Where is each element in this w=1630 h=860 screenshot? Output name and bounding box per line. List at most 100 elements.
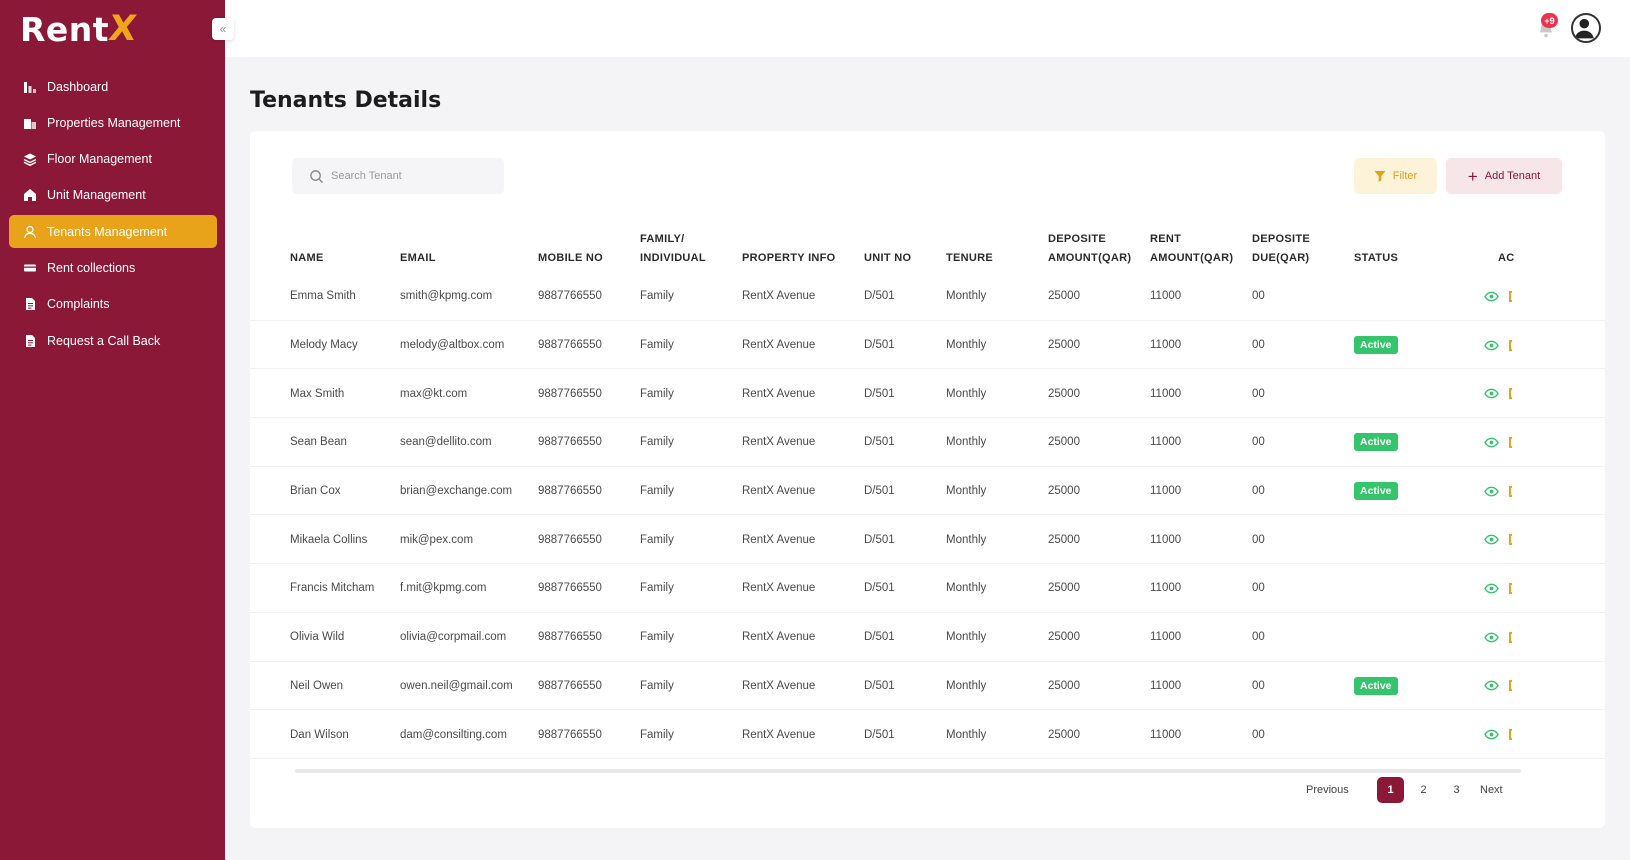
table-row[interactable]: Francis Mitcham f.mit@kpmg.com 9887766550 F… xyxy=(250,564,1605,613)
edit-icon[interactable] xyxy=(1509,631,1512,643)
search-box[interactable] xyxy=(292,158,504,194)
table-row[interactable]: Dan Wilson dam@consilting.com 9887766550 Fa… xyxy=(250,710,1605,759)
plus-icon: + xyxy=(1467,166,1478,186)
edit-icon[interactable] xyxy=(1509,436,1512,448)
deposit-amount: 25000 xyxy=(1048,679,1080,692)
eye-icon[interactable] xyxy=(1484,386,1499,401)
sidebar-item-label: Properties Management xyxy=(47,115,181,130)
search-input[interactable] xyxy=(331,170,491,182)
tenant-email: brian@exchange.com xyxy=(400,485,513,498)
column-header-line: RENT xyxy=(1150,233,1182,245)
tenant-mobile: 9887766550 xyxy=(538,290,602,303)
tenant-email: smith@kpmg.com xyxy=(400,290,493,303)
sidebar-item-complaints[interactable]: Complaints xyxy=(9,288,217,321)
eye-icon[interactable] xyxy=(1484,484,1499,499)
next-page-button[interactable]: Next xyxy=(1480,777,1503,803)
sidebar-item-tenants-management[interactable]: Tenants Management xyxy=(9,215,217,249)
eye-icon[interactable] xyxy=(1484,678,1499,693)
eye-icon[interactable] xyxy=(1484,581,1499,596)
deposit-amount: 25000 xyxy=(1048,485,1080,498)
sidebar-item-request-a-call-back[interactable]: Request a Call Back xyxy=(9,324,217,357)
horizontal-scrollbar[interactable] xyxy=(295,769,1521,773)
edit-icon[interactable] xyxy=(1509,290,1512,302)
table-row[interactable]: Max Smith max@kt.com 9887766550 Family RentX… xyxy=(250,369,1605,419)
tenant-name: Francis Mitcham xyxy=(290,582,375,595)
page-3-button[interactable]: 3 xyxy=(1443,777,1470,803)
property-info: RentX Avenue xyxy=(742,679,816,692)
filter-button[interactable]: Filter xyxy=(1354,158,1437,194)
row-actions xyxy=(1484,515,1512,564)
edit-icon[interactable] xyxy=(1509,729,1512,741)
sidebar-item-dashboard[interactable]: Dashboard xyxy=(9,70,217,103)
tenant-type: Family xyxy=(640,679,674,692)
tenant-email: mik@pex.com xyxy=(400,533,474,546)
page-1-button[interactable]: 1 xyxy=(1377,777,1404,803)
tenure: Monthly xyxy=(946,533,987,546)
sidebar-item-label: Rent collections xyxy=(47,260,136,275)
user-avatar-button[interactable] xyxy=(1571,13,1601,43)
deposit-amount: 25000 xyxy=(1048,582,1080,595)
sidebar-item-unit-management[interactable]: Unit Management xyxy=(9,179,217,212)
property-info: RentX Avenue xyxy=(742,631,816,644)
edit-icon[interactable] xyxy=(1509,534,1512,546)
column-header-line: MOBILE NO xyxy=(538,252,604,264)
previous-page-button[interactable]: Previous xyxy=(1306,777,1349,803)
unit-no: D/501 xyxy=(864,436,895,449)
deposit-due: 00 xyxy=(1252,728,1265,741)
status-badge: Active xyxy=(1354,676,1398,695)
sidebar-item-floor-management[interactable]: Floor Management xyxy=(9,143,217,176)
tenants-card: Filter + Add Tenant NAME EMAIL MOBILE NO FA… xyxy=(250,131,1605,828)
eye-icon[interactable] xyxy=(1484,435,1499,450)
status-cell: Active xyxy=(1354,418,1398,467)
eye-icon[interactable] xyxy=(1484,727,1499,742)
sidebar-item-rent-collections[interactable]: Rent collections xyxy=(9,251,217,284)
tenure: Monthly xyxy=(946,679,987,692)
deposit-due: 00 xyxy=(1252,631,1265,644)
table-row[interactable]: Emma Smith smith@kpmg.com 9887766550 Family… xyxy=(250,272,1605,321)
edit-icon[interactable] xyxy=(1509,388,1512,400)
add-tenant-button[interactable]: + Add Tenant xyxy=(1446,158,1562,194)
deposit-due: 00 xyxy=(1252,533,1265,546)
notification-badge: +9 xyxy=(1541,13,1558,28)
unit-no: D/501 xyxy=(864,339,895,352)
tenant-type: Family xyxy=(640,631,674,644)
deposit-due: 00 xyxy=(1252,387,1265,400)
rent-amount: 11000 xyxy=(1150,339,1182,352)
edit-icon[interactable] xyxy=(1509,485,1512,497)
page-2-button[interactable]: 2 xyxy=(1410,777,1437,803)
tenant-mobile: 9887766550 xyxy=(538,339,602,352)
column-header-line: PROPERTY INFO xyxy=(742,252,836,264)
property-info: RentX Avenue xyxy=(742,387,816,400)
eye-icon[interactable] xyxy=(1484,532,1499,547)
table-row[interactable]: Mikaela Collins mik@pex.com 9887766550 Fami… xyxy=(250,515,1605,565)
edit-icon[interactable] xyxy=(1509,582,1512,594)
sidebar-item-properties-management[interactable]: Properties Management xyxy=(9,106,217,139)
edit-icon[interactable] xyxy=(1509,339,1512,351)
eye-icon[interactable] xyxy=(1484,289,1499,304)
row-actions xyxy=(1484,662,1512,711)
tenant-mobile: 9887766550 xyxy=(538,387,602,400)
tenant-type: Family xyxy=(640,436,674,449)
table-row[interactable]: Brian Cox brian@exchange.com 9887766550 Fam… xyxy=(250,467,1605,516)
column-header-line: FAMILY/ xyxy=(640,233,685,245)
tenant-type: Family xyxy=(640,728,674,741)
tenure: Monthly xyxy=(946,631,987,644)
table-row[interactable]: Sean Bean sean@dellito.com 9887766550 Famil… xyxy=(250,418,1605,467)
tenant-name: Emma Smith xyxy=(290,290,356,303)
deposit-due: 00 xyxy=(1252,679,1265,692)
unit-no: D/501 xyxy=(864,631,895,644)
eye-icon[interactable] xyxy=(1484,630,1499,645)
table-row[interactable]: Melody Macy melody@altbox.com 9887766550 Fa… xyxy=(250,321,1605,370)
tenant-type: Family xyxy=(640,387,674,400)
table-row[interactable]: Olivia Wild olivia@corpmail.com 9887766550… xyxy=(250,613,1605,662)
column-header: NAME xyxy=(290,249,324,268)
eye-icon[interactable] xyxy=(1484,338,1499,353)
logo[interactable]: Rent X xyxy=(20,8,139,50)
table-row[interactable]: Neil Owen owen.neil@gmail.com 9887766550 Fa… xyxy=(250,662,1605,711)
sidebar-collapse-button[interactable]: « xyxy=(212,18,234,40)
search-icon xyxy=(310,169,323,183)
column-header: TENURE xyxy=(946,249,993,268)
edit-icon[interactable] xyxy=(1509,680,1512,692)
deposit-amount: 25000 xyxy=(1048,339,1080,352)
deposit-amount: 25000 xyxy=(1048,387,1080,400)
